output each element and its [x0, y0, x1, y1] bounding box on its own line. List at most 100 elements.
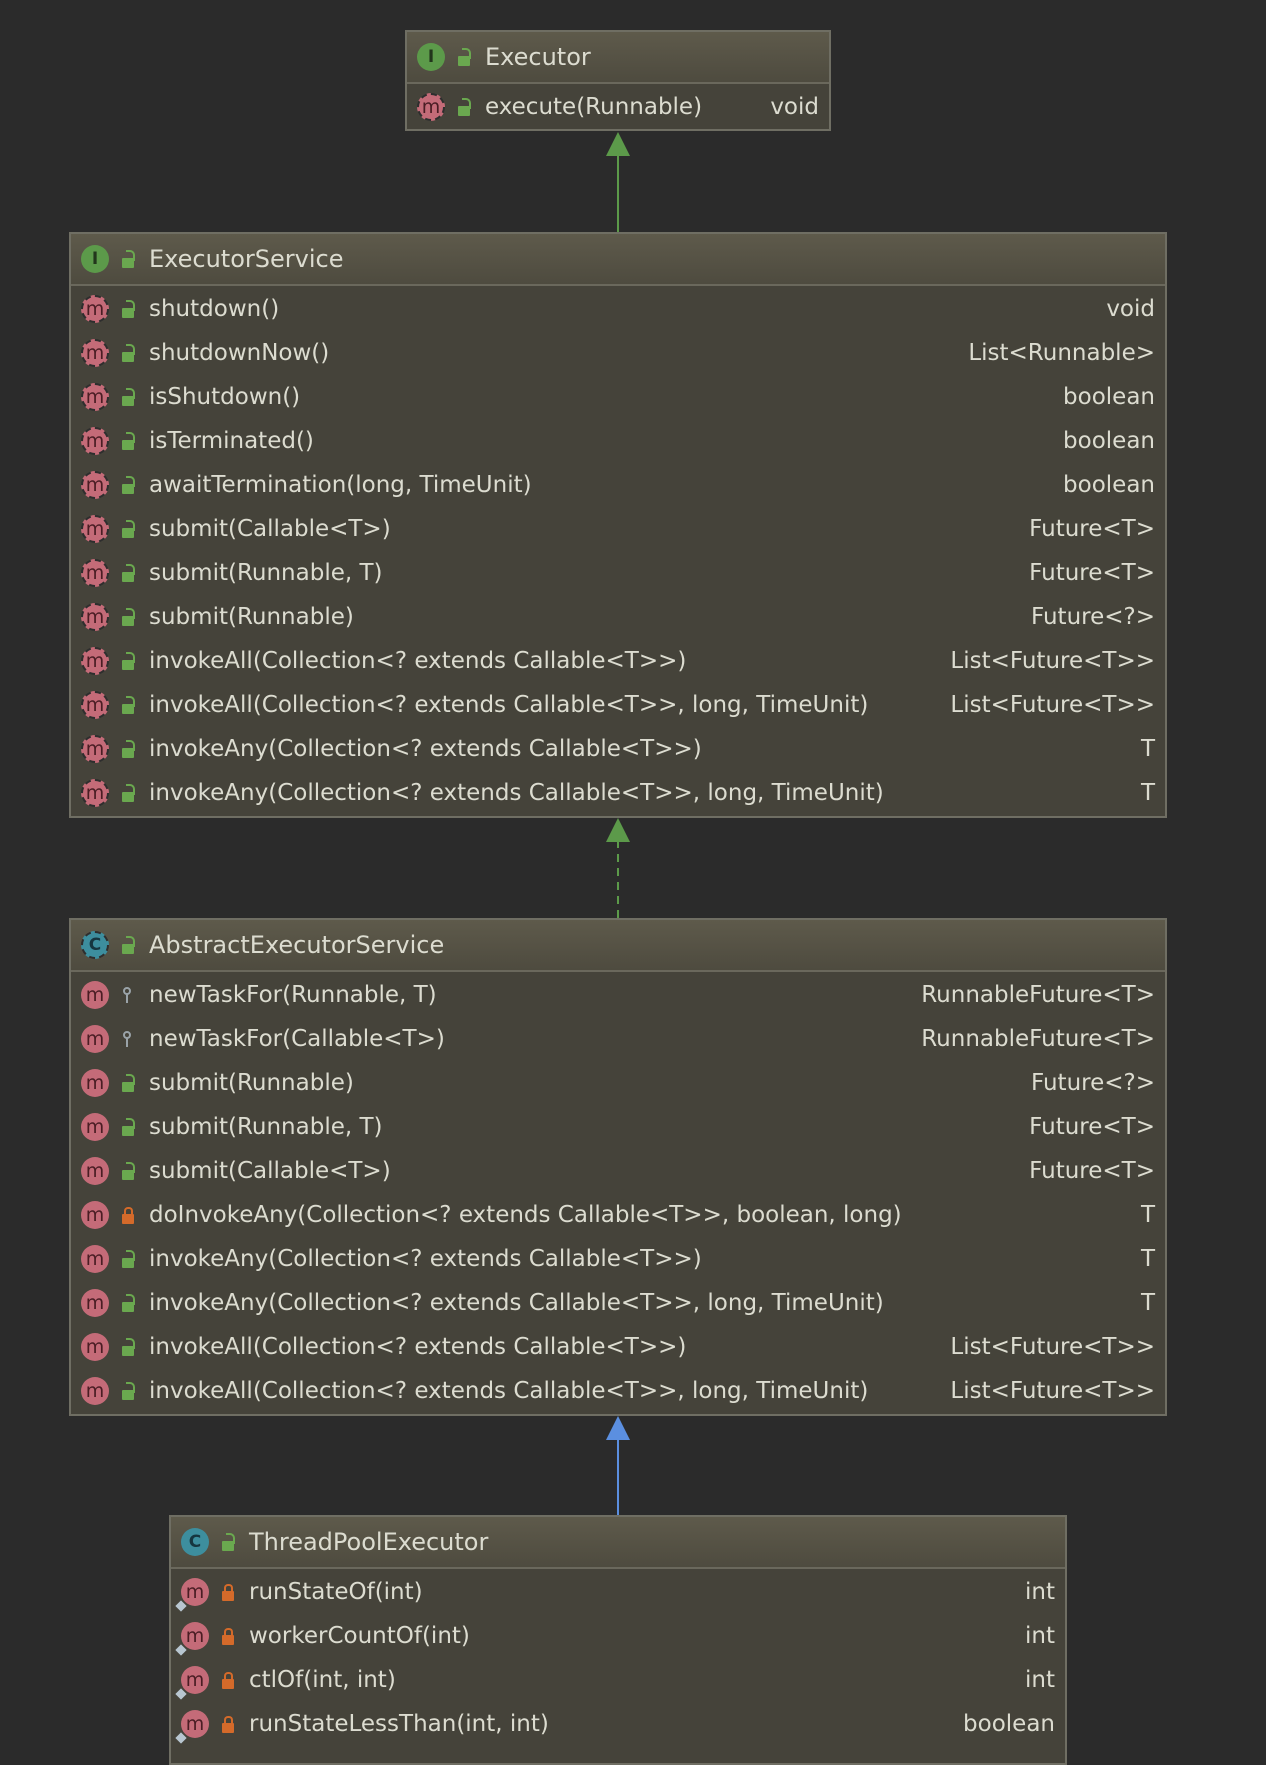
public-visibility-icon	[117, 474, 139, 496]
method-row[interactable]: m submit(Runnable) Future<?>	[71, 595, 1165, 639]
public-visibility-icon	[453, 96, 475, 118]
method-return-type: int	[1025, 1667, 1055, 1693]
box-header: C AbstractExecutorService	[71, 920, 1165, 972]
public-visibility-icon	[117, 1160, 139, 1182]
method-name: runStateLessThan(int, int)	[249, 1711, 549, 1737]
method-name: workerCountOf(int)	[249, 1623, 470, 1649]
method-row[interactable]: m awaitTermination(long, TimeUnit) boolean	[71, 463, 1165, 507]
box-title: AbstractExecutorService	[149, 931, 445, 959]
method-row[interactable]: m doInvokeAny(Collection<? extends Callab…	[71, 1193, 1165, 1237]
public-visibility-icon	[117, 386, 139, 408]
method-name: submit(Callable<T>)	[149, 516, 391, 542]
public-visibility-icon	[117, 1072, 139, 1094]
method-name: invokeAll(Collection<? extends Callable<…	[149, 648, 687, 674]
abstract-method-icon: m	[81, 339, 109, 367]
method-row[interactable]: m invokeAny(Collection<? extends Callable…	[71, 1281, 1165, 1325]
static-method-icon: m	[175, 1622, 209, 1656]
method-row[interactable]: m workerCountOf(int) int	[171, 1614, 1065, 1658]
method-name: execute(Runnable)	[485, 94, 703, 120]
method-return-type: T	[1140, 1202, 1155, 1228]
method-row[interactable]: m invokeAny(Collection<? extends Callable…	[71, 1237, 1165, 1281]
public-visibility-icon	[117, 1336, 139, 1358]
abstract-method-icon: m	[81, 647, 109, 675]
member-list: m execute(Runnable) void	[407, 84, 829, 129]
method-name: doInvokeAny(Collection<? extends Callabl…	[149, 1202, 902, 1228]
method-row[interactable]: m invokeAll(Collection<? extends Callable…	[71, 639, 1165, 683]
method-row[interactable]: m invokeAll(Collection<? extends Callable…	[71, 1325, 1165, 1369]
public-visibility-icon	[117, 782, 139, 804]
method-return-type: void	[770, 94, 819, 120]
abstract-method-icon: m	[417, 93, 445, 121]
method-row[interactable]: m shutdown() void	[71, 287, 1165, 331]
method-return-type: RunnableFuture<T>	[921, 1026, 1155, 1052]
abstract-method-icon: m	[81, 515, 109, 543]
method-name: invokeAll(Collection<? extends Callable<…	[149, 1378, 869, 1404]
method-return-type: List<Future<T>>	[950, 648, 1155, 674]
abstract-class-icon: C	[81, 931, 109, 959]
public-visibility-icon	[117, 298, 139, 320]
method-return-type: Future<?>	[1031, 604, 1155, 630]
box-header: C ThreadPoolExecutor	[171, 1517, 1065, 1569]
method-name: submit(Runnable)	[149, 1070, 354, 1096]
public-visibility-icon	[117, 1116, 139, 1138]
method-return-type: Future<T>	[1029, 516, 1155, 542]
method-row[interactable]: m submit(Runnable) Future<?>	[71, 1061, 1165, 1105]
method-return-type: T	[1140, 1246, 1155, 1272]
method-row[interactable]: m newTaskFor(Runnable, T) RunnableFuture<T…	[71, 973, 1165, 1017]
public-visibility-icon	[117, 518, 139, 540]
public-visibility-icon	[117, 650, 139, 672]
method-return-type: boolean	[1063, 472, 1155, 498]
method-return-type: boolean	[963, 1711, 1055, 1737]
method-name: submit(Callable<T>)	[149, 1158, 391, 1184]
method-row[interactable]: m invokeAll(Collection<? extends Callable…	[71, 1369, 1165, 1413]
method-icon: m	[81, 1377, 109, 1405]
method-row[interactable]: m isShutdown() boolean	[71, 375, 1165, 419]
method-return-type: T	[1140, 1290, 1155, 1316]
method-name: invokeAny(Collection<? extends Callable<…	[149, 736, 702, 762]
arrowhead-executor	[606, 132, 630, 156]
abstract-method-icon: m	[81, 383, 109, 411]
class-icon: C	[181, 1528, 209, 1556]
box-header: I Executor	[407, 32, 829, 84]
method-return-type: Future<?>	[1031, 1070, 1155, 1096]
private-visibility-icon	[217, 1625, 239, 1647]
method-return-type: int	[1025, 1623, 1055, 1649]
method-row[interactable]: m invokeAny(Collection<? extends Callable…	[71, 727, 1165, 771]
method-row[interactable]: m submit(Callable<T>) Future<T>	[71, 1149, 1165, 1193]
method-row[interactable]: m submit(Runnable, T) Future<T>	[71, 1105, 1165, 1149]
method-row[interactable]: m newTaskFor(Callable<T>) RunnableFuture<T…	[71, 1017, 1165, 1061]
member-list: m runStateOf(int) int m workerCountOf(int) i…	[171, 1569, 1065, 1746]
abstract-method-icon: m	[81, 559, 109, 587]
method-icon: m	[81, 981, 109, 1009]
abstract-method-icon: m	[81, 735, 109, 763]
arrowhead-abstract	[606, 1416, 630, 1440]
public-visibility-icon	[117, 934, 139, 956]
method-row[interactable]: m shutdownNow() List<Runnable>	[71, 331, 1165, 375]
box-title: ThreadPoolExecutor	[249, 1528, 489, 1556]
method-name: isTerminated()	[149, 428, 314, 454]
abstractexecutorservice-class-box[interactable]: C AbstractExecutorService m newTaskFor(Ru…	[69, 918, 1167, 1416]
executorservice-interface-box[interactable]: I ExecutorService m shutdown() void m shutd…	[69, 232, 1167, 818]
interface-icon: I	[417, 43, 445, 71]
public-visibility-icon	[117, 738, 139, 760]
method-return-type: List<Future<T>>	[950, 1334, 1155, 1360]
method-name: newTaskFor(Runnable, T)	[149, 982, 437, 1008]
static-method-icon: m	[175, 1710, 209, 1744]
method-row[interactable]: m isTerminated() boolean	[71, 419, 1165, 463]
threadpoolexecutor-class-box[interactable]: C ThreadPoolExecutor m runStateOf(int) int…	[169, 1515, 1067, 1765]
method-row[interactable]: m invokeAll(Collection<? extends Callable…	[71, 683, 1165, 727]
method-row[interactable]: m ctlOf(int, int) int	[171, 1658, 1065, 1702]
executor-interface-box[interactable]: I Executor m execute(Runnable) void	[405, 30, 831, 131]
method-icon: m	[81, 1157, 109, 1185]
box-title: ExecutorService	[149, 245, 344, 273]
method-row[interactable]: m invokeAny(Collection<? extends Callable…	[71, 771, 1165, 815]
method-name: ctlOf(int, int)	[249, 1667, 396, 1693]
method-row[interactable]: m submit(Callable<T>) Future<T>	[71, 507, 1165, 551]
method-name: submit(Runnable, T)	[149, 560, 383, 586]
member-list: m shutdown() void m shutdownNow() List<Runna…	[71, 286, 1165, 815]
method-row[interactable]: m execute(Runnable) void	[407, 85, 829, 129]
method-row[interactable]: m runStateOf(int) int	[171, 1570, 1065, 1614]
method-row[interactable]: m runStateLessThan(int, int) boolean	[171, 1702, 1065, 1746]
public-visibility-icon	[117, 248, 139, 270]
method-row[interactable]: m submit(Runnable, T) Future<T>	[71, 551, 1165, 595]
